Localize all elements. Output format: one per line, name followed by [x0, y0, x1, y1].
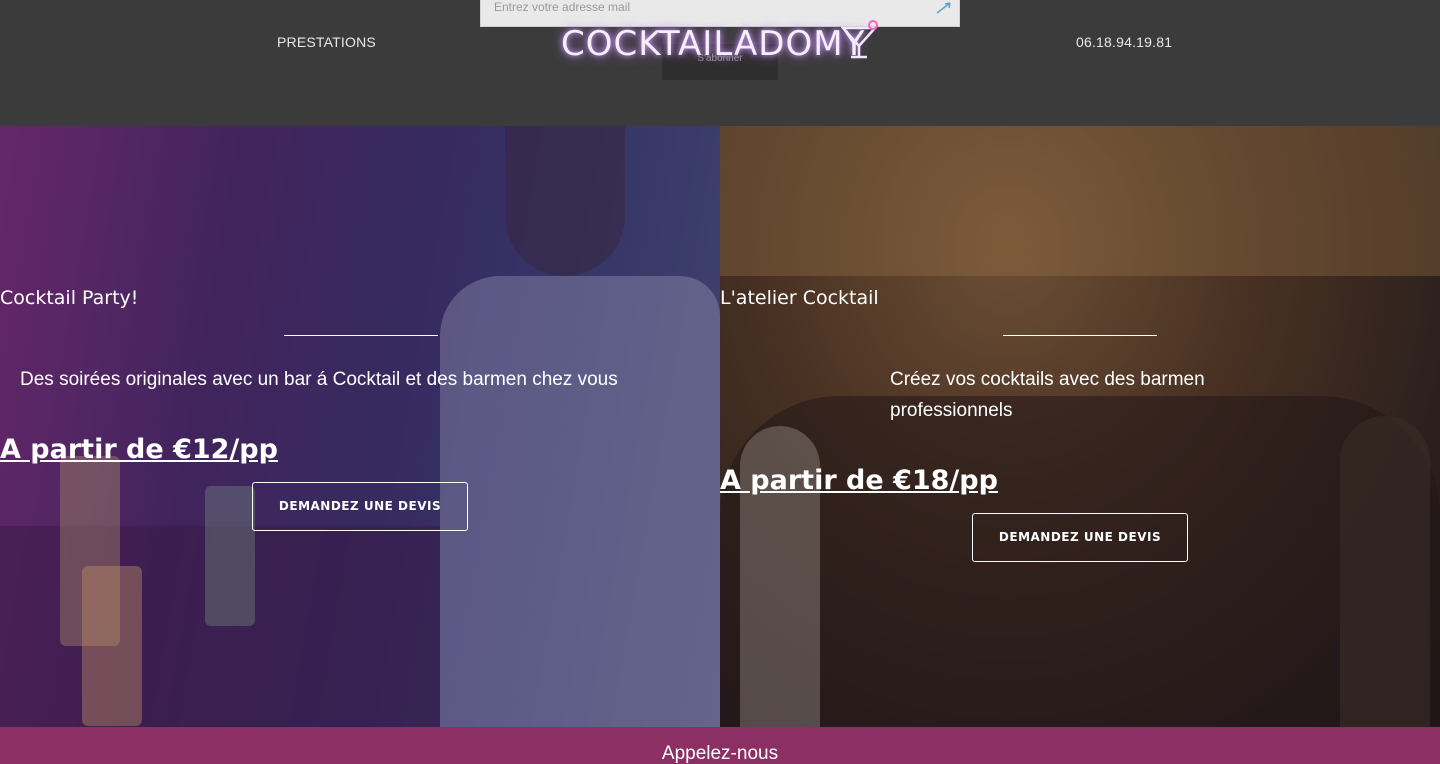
send-arrow-icon	[936, 2, 951, 14]
cocktailadomy-logo[interactable]: COCKTAILADOMY	[561, 20, 881, 70]
cocktail-party-panel: Cocktail Party! Des soirées originales a…	[0, 126, 720, 727]
panel-title: L'atelier Cocktail	[720, 287, 879, 309]
price-link[interactable]: A partir de €18/pp	[720, 465, 1440, 496]
call-us-bar[interactable]: Appelez-nous	[0, 727, 1440, 764]
logo-text: COCKTAILADOMY	[561, 24, 866, 64]
panel-overlay	[0, 126, 720, 727]
title-divider	[284, 335, 438, 336]
panel-title: Cocktail Party!	[0, 287, 139, 309]
request-quote-button[interactable]: DEMANDEZ UNE DEVIS	[972, 513, 1188, 562]
nav-prestations-link[interactable]: PRESTATIONS	[277, 34, 376, 50]
newsletter-placeholder: Entrez votre adresse mail	[494, 0, 631, 14]
call-us-label: Appelez-nous	[661, 743, 779, 764]
panel-overlay	[720, 126, 1440, 727]
panel-description: Créez vos cocktails avec des barmen prof…	[890, 369, 1205, 421]
panel-description: Des soirées originales avec un bar á Coc…	[20, 369, 618, 390]
request-quote-button[interactable]: DEMANDEZ UNE DEVIS	[252, 482, 468, 531]
price-link[interactable]: A partir de €12/pp	[0, 434, 720, 465]
title-divider	[1003, 335, 1157, 336]
atelier-cocktail-panel: L'atelier Cocktail Créez vos cocktails a…	[720, 126, 1440, 727]
phone-number-link[interactable]: 06.18.94.19.81	[1076, 34, 1172, 50]
site-header: PRESTATIONS Entrez votre adresse mail S'…	[0, 0, 1440, 126]
cocktail-glass-icon	[841, 20, 878, 59]
